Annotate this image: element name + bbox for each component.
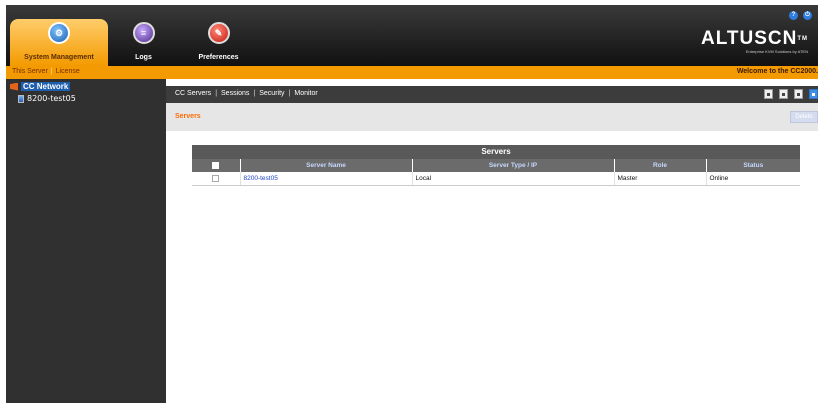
brand-logo: ALTUSCNTM Enterprise KVM Solutions by AT… [700, 28, 808, 55]
select-all-checkbox-cell[interactable] [192, 159, 240, 172]
app-window: ⚙ System Management ≡ Logs ✎ Preferences… [6, 5, 818, 403]
col-server-type[interactable]: Server Type / IP [411, 159, 614, 172]
server-icon [18, 94, 24, 103]
brand-name: ALTUSCN [700, 28, 798, 49]
tree-node-label: 8200-test05 [27, 94, 76, 103]
tab-bar: CC Servers | Sessions | Security | Monitor [166, 86, 818, 103]
select-all-checkbox[interactable] [212, 161, 220, 169]
tool-icon-1[interactable] [764, 89, 773, 99]
row-checkbox[interactable] [212, 174, 220, 182]
tool-icon-3[interactable] [794, 89, 803, 99]
nav-logs[interactable]: ≡ Logs [116, 19, 171, 66]
license-link[interactable]: License [56, 68, 80, 75]
top-navigation-bar: ⚙ System Management ≡ Logs ✎ Preferences… [6, 5, 818, 66]
system-management-icon: ⚙ [48, 22, 70, 44]
servers-table: Servers Server Name Server Type / IP Rol… [192, 145, 800, 186]
welcome-text: Welcome to the CC2000. [736, 68, 818, 75]
tree-node-cc-network[interactable]: CC Network [10, 82, 71, 91]
table-header-row: Server Name Server Type / IP Role Status [192, 159, 800, 172]
brand-trademark: TM [797, 36, 808, 42]
tab-monitor[interactable]: Monitor [294, 90, 317, 97]
tree-node-label: CC Network [21, 82, 71, 91]
network-tree-panel: CC Network 8200-test05 [6, 79, 166, 403]
role-cell: Master [613, 172, 706, 186]
delete-button[interactable]: Delete [790, 111, 818, 123]
nav-logs-label: Logs [135, 54, 152, 61]
brand-tagline: Enterprise KVM Solutions by ATEN [745, 49, 808, 54]
tool-icon-4[interactable] [809, 89, 818, 99]
breadcrumb-bar: Servers Delete [166, 103, 818, 131]
toolbar-icons [764, 89, 818, 99]
main-content: CC Servers | Sessions | Security | Monitor Ser… [166, 79, 818, 403]
server-type-cell: Local [411, 172, 614, 186]
status-cell: Online [705, 172, 800, 186]
this-server-link[interactable]: This Server [12, 68, 48, 75]
preferences-icon: ✎ [207, 22, 230, 44]
nav-system-management[interactable]: ⚙ System Management [10, 19, 108, 66]
help-icon[interactable]: ? [789, 11, 798, 20]
row-checkbox-cell[interactable] [192, 172, 240, 186]
nav-system-management-label: System Management [24, 54, 94, 61]
sub-navigation-bar: This Server | License Welcome to the CC200… [6, 66, 818, 79]
col-server-name[interactable]: Server Name [239, 159, 412, 172]
tool-icon-2[interactable] [779, 89, 788, 99]
breadcrumb: Servers [175, 113, 201, 120]
server-name-link[interactable]: 8200-test05 [239, 172, 412, 186]
tab-sessions[interactable]: Sessions [221, 90, 249, 97]
table-title: Servers [192, 145, 800, 159]
nav-preferences[interactable]: ✎ Preferences [186, 19, 251, 66]
top-right-icons: ? ⏻ [789, 11, 812, 20]
tree-node-server[interactable]: 8200-test05 [18, 94, 76, 103]
network-icon [10, 82, 18, 91]
col-role[interactable]: Role [613, 159, 706, 172]
logs-icon: ≡ [132, 22, 155, 44]
table-row[interactable]: 8200-test05 Local Master Online [192, 172, 800, 186]
col-status[interactable]: Status [705, 159, 800, 172]
tab-cc-servers[interactable]: CC Servers [175, 90, 211, 97]
logout-icon[interactable]: ⏻ [803, 11, 812, 20]
tab-security[interactable]: Security [259, 90, 284, 97]
nav-preferences-label: Preferences [198, 54, 239, 61]
